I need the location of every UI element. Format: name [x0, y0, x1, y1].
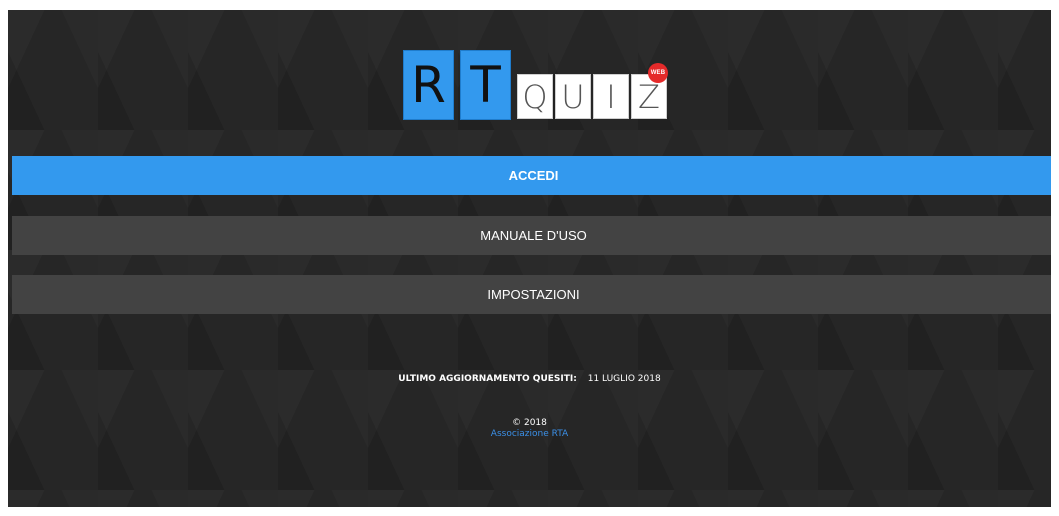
- last-update-date: 11 LUGLIO 2018: [587, 374, 661, 384]
- web-badge: WEB: [648, 63, 668, 83]
- last-update-info: ULTIMO AGGIORNAMENTO QUESITI: 11 LUGLIO …: [8, 374, 1051, 384]
- copyright-text: © 2018: [512, 418, 547, 428]
- app-container: R T Q U I Z WEB ACCEDI MANUALE D'USO IMP…: [8, 10, 1051, 507]
- logo-letter-q: Q: [517, 74, 553, 119]
- footer-copyright: © 2018 Associazione RTA: [8, 418, 1051, 440]
- last-update-label: ULTIMO AGGIORNAMENTO QUESITI:: [398, 374, 577, 384]
- settings-button[interactable]: IMPOSTAZIONI: [12, 275, 1051, 314]
- login-button[interactable]: ACCEDI: [12, 156, 1051, 195]
- manual-button[interactable]: MANUALE D'USO: [12, 216, 1051, 255]
- logo-letter-i: I: [593, 74, 629, 119]
- logo-letter-r: R: [403, 50, 454, 120]
- logo-letter-t: T: [460, 50, 511, 120]
- association-link[interactable]: Associazione RTA: [491, 429, 568, 439]
- rtquiz-logo: R T Q U I Z WEB: [403, 50, 683, 122]
- logo-letter-u: U: [555, 74, 591, 119]
